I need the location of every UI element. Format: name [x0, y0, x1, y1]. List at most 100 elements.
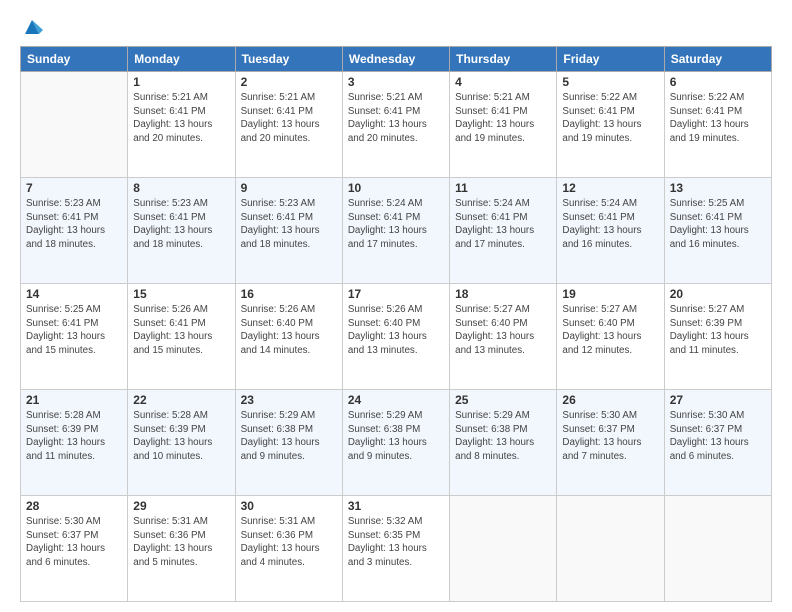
calendar-cell: 15 Sunrise: 5:26 AM Sunset: 6:41 PM Dayli…: [128, 284, 235, 390]
calendar-cell: 4 Sunrise: 5:21 AM Sunset: 6:41 PM Daylig…: [450, 72, 557, 178]
day-number: 21: [26, 393, 122, 407]
day-number: 16: [241, 287, 337, 301]
calendar-cell: 24 Sunrise: 5:29 AM Sunset: 6:38 PM Dayli…: [342, 390, 449, 496]
day-number: 15: [133, 287, 229, 301]
day-number: 11: [455, 181, 551, 195]
calendar-week-4: 21 Sunrise: 5:28 AM Sunset: 6:39 PM Dayli…: [21, 390, 772, 496]
day-number: 23: [241, 393, 337, 407]
calendar-cell: 18 Sunrise: 5:27 AM Sunset: 6:40 PM Dayli…: [450, 284, 557, 390]
weekday-header-tuesday: Tuesday: [235, 47, 342, 72]
day-number: 19: [562, 287, 658, 301]
day-info: Sunrise: 5:23 AM Sunset: 6:41 PM Dayligh…: [133, 197, 229, 252]
day-info: Sunrise: 5:24 AM Sunset: 6:41 PM Dayligh…: [455, 197, 551, 252]
calendar-cell: [21, 72, 128, 178]
day-number: 9: [241, 181, 337, 195]
day-number: 12: [562, 181, 658, 195]
calendar-cell: 16 Sunrise: 5:26 AM Sunset: 6:40 PM Dayli…: [235, 284, 342, 390]
weekday-header-thursday: Thursday: [450, 47, 557, 72]
day-info: Sunrise: 5:21 AM Sunset: 6:41 PM Dayligh…: [455, 91, 551, 146]
day-number: 17: [348, 287, 444, 301]
calendar-body: 1 Sunrise: 5:21 AM Sunset: 6:41 PM Daylig…: [21, 72, 772, 602]
calendar-cell: 20 Sunrise: 5:27 AM Sunset: 6:39 PM Dayli…: [664, 284, 771, 390]
calendar-cell: 25Sunrise: 5:29 AM Sunset: 6:38 PM Dayli…: [450, 390, 557, 496]
day-number: 28: [26, 499, 122, 513]
day-info: Sunrise: 5:30 AM Sunset: 6:37 PM Dayligh…: [670, 409, 766, 464]
logo-icon: [21, 16, 43, 38]
logo: [20, 16, 43, 36]
day-number: 25: [455, 393, 551, 407]
calendar-week-2: 7Sunrise: 5:23 AM Sunset: 6:41 PM Daylig…: [21, 178, 772, 284]
calendar-cell: 5Sunrise: 5:22 AM Sunset: 6:41 PM Daylig…: [557, 72, 664, 178]
day-number: 6: [670, 75, 766, 89]
day-info: Sunrise: 5:26 AM Sunset: 6:41 PM Dayligh…: [133, 303, 229, 358]
calendar-cell: 13Sunrise: 5:25 AM Sunset: 6:41 PM Dayli…: [664, 178, 771, 284]
day-number: 4: [455, 75, 551, 89]
calendar-week-1: 1 Sunrise: 5:21 AM Sunset: 6:41 PM Daylig…: [21, 72, 772, 178]
day-info: Sunrise: 5:22 AM Sunset: 6:41 PM Dayligh…: [670, 91, 766, 146]
calendar-cell: 28 Sunrise: 5:30 AM Sunset: 6:37 PM Dayli…: [21, 496, 128, 602]
day-info: Sunrise: 5:24 AM Sunset: 6:41 PM Dayligh…: [348, 197, 444, 252]
day-number: 22: [133, 393, 229, 407]
calendar-cell: 23 Sunrise: 5:29 AM Sunset: 6:38 PM Dayli…: [235, 390, 342, 496]
calendar-cell: 22 Sunrise: 5:28 AM Sunset: 6:39 PM Dayli…: [128, 390, 235, 496]
calendar-cell: 19 Sunrise: 5:27 AM Sunset: 6:40 PM Dayli…: [557, 284, 664, 390]
weekday-header-monday: Monday: [128, 47, 235, 72]
day-info: Sunrise: 5:24 AM Sunset: 6:41 PM Dayligh…: [562, 197, 658, 252]
header: [20, 16, 772, 36]
calendar-table: SundayMondayTuesdayWednesdayThursdayFrid…: [20, 46, 772, 602]
weekday-header-friday: Friday: [557, 47, 664, 72]
day-number: 13: [670, 181, 766, 195]
day-info: Sunrise: 5:26 AM Sunset: 6:40 PM Dayligh…: [241, 303, 337, 358]
day-number: 24: [348, 393, 444, 407]
calendar-cell: 26 Sunrise: 5:30 AM Sunset: 6:37 PM Dayli…: [557, 390, 664, 496]
calendar-cell: 31Sunrise: 5:32 AM Sunset: 6:35 PM Dayli…: [342, 496, 449, 602]
calendar-cell: 6 Sunrise: 5:22 AM Sunset: 6:41 PM Daylig…: [664, 72, 771, 178]
calendar-page: SundayMondayTuesdayWednesdayThursdayFrid…: [0, 0, 792, 612]
day-number: 3: [348, 75, 444, 89]
day-number: 18: [455, 287, 551, 301]
day-info: Sunrise: 5:32 AM Sunset: 6:35 PM Dayligh…: [348, 515, 444, 570]
day-number: 29: [133, 499, 229, 513]
day-info: Sunrise: 5:31 AM Sunset: 6:36 PM Dayligh…: [241, 515, 337, 570]
calendar-cell: 2Sunrise: 5:21 AM Sunset: 6:41 PM Daylig…: [235, 72, 342, 178]
day-info: Sunrise: 5:30 AM Sunset: 6:37 PM Dayligh…: [562, 409, 658, 464]
calendar-cell: 7Sunrise: 5:23 AM Sunset: 6:41 PM Daylig…: [21, 178, 128, 284]
day-info: Sunrise: 5:31 AM Sunset: 6:36 PM Dayligh…: [133, 515, 229, 570]
calendar-cell: 3 Sunrise: 5:21 AM Sunset: 6:41 PM Daylig…: [342, 72, 449, 178]
day-info: Sunrise: 5:21 AM Sunset: 6:41 PM Dayligh…: [348, 91, 444, 146]
weekday-header-sunday: Sunday: [21, 47, 128, 72]
day-number: 14: [26, 287, 122, 301]
calendar-cell: 14 Sunrise: 5:25 AM Sunset: 6:41 PM Dayli…: [21, 284, 128, 390]
calendar-cell: [557, 496, 664, 602]
day-info: Sunrise: 5:30 AM Sunset: 6:37 PM Dayligh…: [26, 515, 122, 570]
calendar-cell: 10 Sunrise: 5:24 AM Sunset: 6:41 PM Dayli…: [342, 178, 449, 284]
day-info: Sunrise: 5:27 AM Sunset: 6:39 PM Dayligh…: [670, 303, 766, 358]
day-info: Sunrise: 5:29 AM Sunset: 6:38 PM Dayligh…: [241, 409, 337, 464]
day-number: 30: [241, 499, 337, 513]
weekday-header-saturday: Saturday: [664, 47, 771, 72]
day-info: Sunrise: 5:27 AM Sunset: 6:40 PM Dayligh…: [455, 303, 551, 358]
calendar-week-5: 28 Sunrise: 5:30 AM Sunset: 6:37 PM Dayli…: [21, 496, 772, 602]
day-info: Sunrise: 5:28 AM Sunset: 6:39 PM Dayligh…: [26, 409, 122, 464]
day-info: Sunrise: 5:28 AM Sunset: 6:39 PM Dayligh…: [133, 409, 229, 464]
day-info: Sunrise: 5:21 AM Sunset: 6:41 PM Dayligh…: [133, 91, 229, 146]
calendar-cell: 11 Sunrise: 5:24 AM Sunset: 6:41 PM Dayli…: [450, 178, 557, 284]
calendar-cell: 27Sunrise: 5:30 AM Sunset: 6:37 PM Dayli…: [664, 390, 771, 496]
day-number: 26: [562, 393, 658, 407]
day-info: Sunrise: 5:27 AM Sunset: 6:40 PM Dayligh…: [562, 303, 658, 358]
calendar-week-3: 14 Sunrise: 5:25 AM Sunset: 6:41 PM Dayli…: [21, 284, 772, 390]
day-info: Sunrise: 5:25 AM Sunset: 6:41 PM Dayligh…: [26, 303, 122, 358]
day-number: 8: [133, 181, 229, 195]
day-info: Sunrise: 5:23 AM Sunset: 6:41 PM Dayligh…: [241, 197, 337, 252]
day-info: Sunrise: 5:29 AM Sunset: 6:38 PM Dayligh…: [348, 409, 444, 464]
day-info: Sunrise: 5:21 AM Sunset: 6:41 PM Dayligh…: [241, 91, 337, 146]
day-number: 10: [348, 181, 444, 195]
calendar-cell: 9 Sunrise: 5:23 AM Sunset: 6:41 PM Daylig…: [235, 178, 342, 284]
day-number: 1: [133, 75, 229, 89]
calendar-cell: 29 Sunrise: 5:31 AM Sunset: 6:36 PM Dayli…: [128, 496, 235, 602]
calendar-cell: 21 Sunrise: 5:28 AM Sunset: 6:39 PM Dayli…: [21, 390, 128, 496]
day-number: 20: [670, 287, 766, 301]
weekday-header-row: SundayMondayTuesdayWednesdayThursdayFrid…: [21, 47, 772, 72]
day-info: Sunrise: 5:23 AM Sunset: 6:41 PM Dayligh…: [26, 197, 122, 252]
weekday-header-wednesday: Wednesday: [342, 47, 449, 72]
